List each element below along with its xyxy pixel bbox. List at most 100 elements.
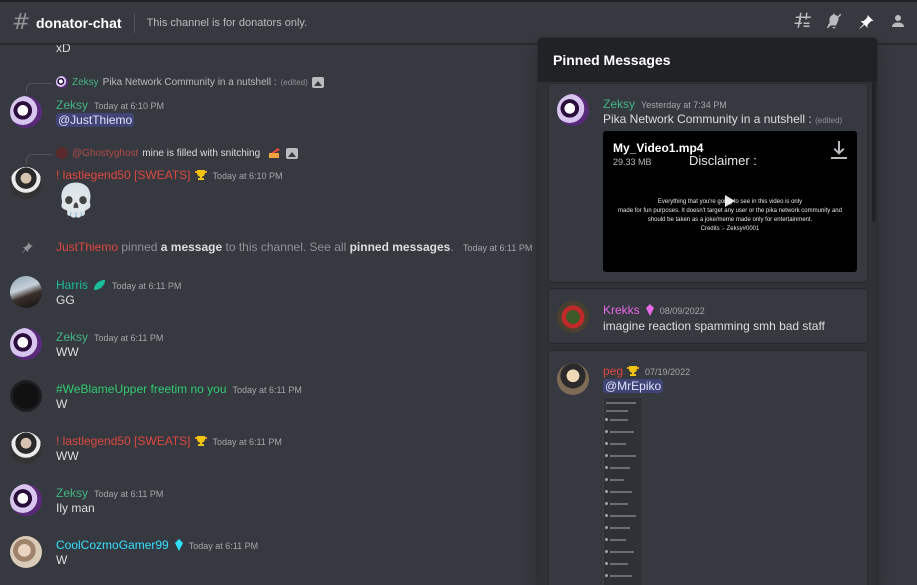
author-name[interactable]: Harris bbox=[56, 278, 88, 292]
reply-avatar bbox=[56, 76, 68, 88]
thumb-dot bbox=[605, 442, 608, 445]
user-mention[interactable]: @MrEpiko bbox=[603, 379, 664, 393]
thumb-line bbox=[610, 443, 626, 445]
pinned-header: Pinned Messages bbox=[538, 38, 877, 82]
image-icon bbox=[311, 76, 324, 88]
thumb-line bbox=[610, 431, 634, 433]
author-name[interactable]: Zeksy bbox=[56, 98, 88, 112]
author-name[interactable]: ! lastlegend50 [SWEATS] bbox=[56, 434, 191, 448]
author-name[interactable]: Zeksy bbox=[56, 486, 88, 500]
timestamp: Today at 6:11 PM bbox=[212, 437, 282, 447]
message-link[interactable]: a message bbox=[161, 240, 222, 254]
reply-text: mine is filled with snitching bbox=[142, 147, 261, 159]
message-text: Ily man bbox=[56, 501, 95, 515]
timestamp: 07/19/2022 bbox=[645, 367, 691, 377]
video-frame-line: Credits :- Zeksy#0001 bbox=[700, 226, 760, 232]
timestamp: 08/09/2022 bbox=[659, 306, 705, 316]
pinned-message-card[interactable]: peg 07/19/2022 @MrEpiko bbox=[548, 350, 868, 585]
message-text: W bbox=[56, 397, 68, 411]
avatar[interactable] bbox=[10, 276, 42, 308]
avatar[interactable] bbox=[10, 536, 42, 568]
avatar[interactable] bbox=[557, 363, 589, 395]
video-filesize: 29.33 MB bbox=[613, 157, 652, 167]
avatar[interactable] bbox=[10, 484, 42, 516]
timestamp: Today at 6:11 PM bbox=[94, 489, 164, 499]
reply-connector bbox=[26, 83, 52, 93]
avatar[interactable] bbox=[10, 432, 42, 464]
thumb-dot bbox=[605, 490, 608, 493]
reply-preview[interactable]: Zeksy Pika Network Community in a nutshe… bbox=[56, 76, 324, 88]
skull-emoji: 💀 bbox=[56, 182, 96, 218]
author-name[interactable]: ! lastlegend50 [SWEATS] bbox=[56, 168, 191, 182]
edited-label: (edited) bbox=[815, 116, 843, 125]
channel-hash-icon: # bbox=[12, 10, 31, 35]
timestamp: Today at 6:10 PM bbox=[212, 171, 283, 181]
trophy-icon bbox=[194, 170, 207, 180]
pin-icon[interactable] bbox=[857, 12, 875, 30]
system-text-1: pinned bbox=[121, 240, 158, 254]
members-icon[interactable] bbox=[889, 12, 907, 30]
reply-connector bbox=[26, 154, 52, 164]
avatar[interactable] bbox=[10, 380, 42, 412]
header-toolbar bbox=[793, 12, 907, 30]
user-mention[interactable]: @JustThiemo bbox=[56, 113, 135, 127]
message-text: imagine reaction spamming smh bad staff bbox=[603, 319, 825, 333]
timestamp: Today at 6:11 PM bbox=[112, 281, 182, 291]
trophy-icon bbox=[627, 366, 640, 376]
pinned-message-card[interactable]: Zeksy Yesterday at 7:34 PM Pika Network C… bbox=[548, 83, 868, 283]
thumb-line bbox=[610, 491, 632, 493]
pinned-message-card[interactable]: Krekks 08/09/2022 imagine reaction spammi… bbox=[548, 288, 868, 344]
mute-icon[interactable] bbox=[825, 12, 843, 30]
author-name[interactable]: #WeBlameUpper freetim no you bbox=[56, 382, 227, 396]
thumb-line bbox=[610, 479, 624, 481]
avatar[interactable] bbox=[10, 167, 42, 199]
author-name[interactable]: CoolCozmoGamer99 bbox=[56, 538, 169, 552]
timestamp: Today at 6:11 PM bbox=[463, 243, 533, 253]
avatar[interactable] bbox=[10, 96, 42, 128]
author-name[interactable]: Krekks bbox=[603, 303, 640, 317]
thumb-line bbox=[610, 563, 628, 565]
author-name[interactable]: Zeksy bbox=[603, 97, 635, 111]
system-actor[interactable]: JustThiemo bbox=[56, 240, 118, 254]
pinned-messages-link[interactable]: pinned messages bbox=[350, 240, 451, 254]
avatar[interactable] bbox=[10, 328, 42, 360]
thumb-dot bbox=[605, 454, 608, 457]
thumb-line bbox=[610, 455, 636, 457]
timestamp: Yesterday at 7:34 PM bbox=[641, 100, 727, 110]
reply-author[interactable]: @Ghostyghost bbox=[72, 148, 138, 159]
reply-preview[interactable]: @Ghostyghost mine is filled with snitchi… bbox=[56, 147, 299, 159]
leaf-badge-icon bbox=[94, 280, 105, 290]
author-name[interactable]: peg bbox=[603, 364, 623, 378]
timestamp: Today at 6:11 PM bbox=[94, 333, 164, 343]
reply-author[interactable]: Zeksy bbox=[72, 77, 99, 88]
thumb-line bbox=[610, 503, 628, 505]
system-text-2: to this channel. See all bbox=[225, 240, 347, 254]
video-frame-line: made for fun purposes. It doesn't target… bbox=[618, 208, 842, 214]
author-name[interactable]: Zeksy bbox=[56, 330, 88, 344]
screenshot-attachment[interactable] bbox=[603, 397, 643, 585]
boost-gem-icon bbox=[174, 539, 183, 551]
video-frame-title: Disclaimer : bbox=[689, 153, 757, 168]
thumb-dot bbox=[605, 562, 608, 565]
pin-icon bbox=[20, 240, 34, 254]
pinned-messages-popout[interactable]: Pinned Messages Zeksy Yesterday at 7:34 P… bbox=[538, 38, 877, 585]
avatar[interactable] bbox=[557, 94, 589, 126]
pinned-scrollbar[interactable] bbox=[872, 82, 876, 222]
reply-text: Pika Network Community in a nutshell : bbox=[102, 76, 277, 88]
thumb-line bbox=[610, 539, 626, 541]
thumb-dot bbox=[605, 502, 608, 505]
channel-name: donator-chat bbox=[36, 14, 122, 31]
download-icon[interactable] bbox=[831, 141, 847, 159]
thumb-line bbox=[610, 551, 634, 553]
threads-icon[interactable] bbox=[793, 12, 811, 30]
video-attachment[interactable]: My_Video1.mp4 29.33 MB Disclaimer : Ever… bbox=[603, 131, 857, 272]
avatar[interactable] bbox=[557, 301, 589, 333]
header-divider bbox=[133, 12, 135, 33]
thumb-dot bbox=[605, 574, 608, 577]
thumb-line bbox=[610, 467, 630, 469]
video-frame-line: should be taken as a joke/meme made only… bbox=[647, 217, 813, 223]
thumb-line bbox=[606, 402, 636, 404]
play-icon[interactable] bbox=[725, 195, 735, 207]
timestamp: Today at 6:11 PM bbox=[232, 385, 302, 395]
message-text: WW bbox=[56, 449, 79, 463]
